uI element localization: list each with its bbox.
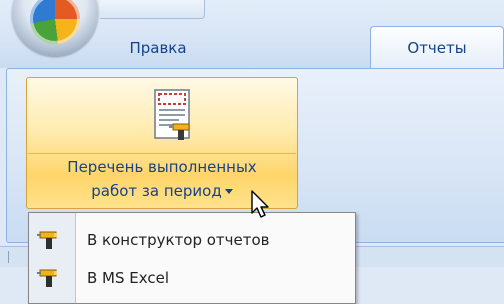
report-document-icon: [154, 89, 190, 140]
quick-access-toolbar: [100, 0, 205, 19]
resize-handle: [8, 251, 9, 263]
menu-item-report-designer-label: В конструктор отчетов: [87, 231, 270, 249]
menu-item-report-designer[interactable]: В конструктор отчетов: [29, 223, 355, 257]
ribbon-tab-bar: Правка Отчеты: [0, 0, 504, 68]
chevron-down-icon[interactable]: [224, 189, 233, 194]
export-dropdown-menu: В конструктор отчетов В MS Excel: [28, 212, 356, 304]
menu-item-ms-excel[interactable]: В MS Excel: [29, 261, 355, 295]
drill-icon: [37, 269, 57, 287]
report-button-label-line2: работ за период: [27, 182, 297, 200]
report-button-label-line1: Перечень выполненных: [67, 158, 257, 176]
work-report-split-button[interactable]: Перечень выполненных работ за период: [26, 77, 298, 209]
tab-reports-label: Отчеты: [407, 38, 467, 57]
menu-item-ms-excel-label: В MS Excel: [87, 269, 170, 287]
app-logo-icon: [30, 0, 80, 44]
split-button-divider: [28, 153, 296, 154]
tab-edit-label: Правка: [129, 39, 187, 57]
report-button-label-line2-text: работ за период: [91, 182, 222, 200]
drill-icon: [37, 231, 57, 249]
application-button[interactable]: [12, 0, 98, 56]
tab-edit[interactable]: Правка: [108, 34, 208, 62]
tab-reports[interactable]: Отчеты: [370, 26, 504, 68]
